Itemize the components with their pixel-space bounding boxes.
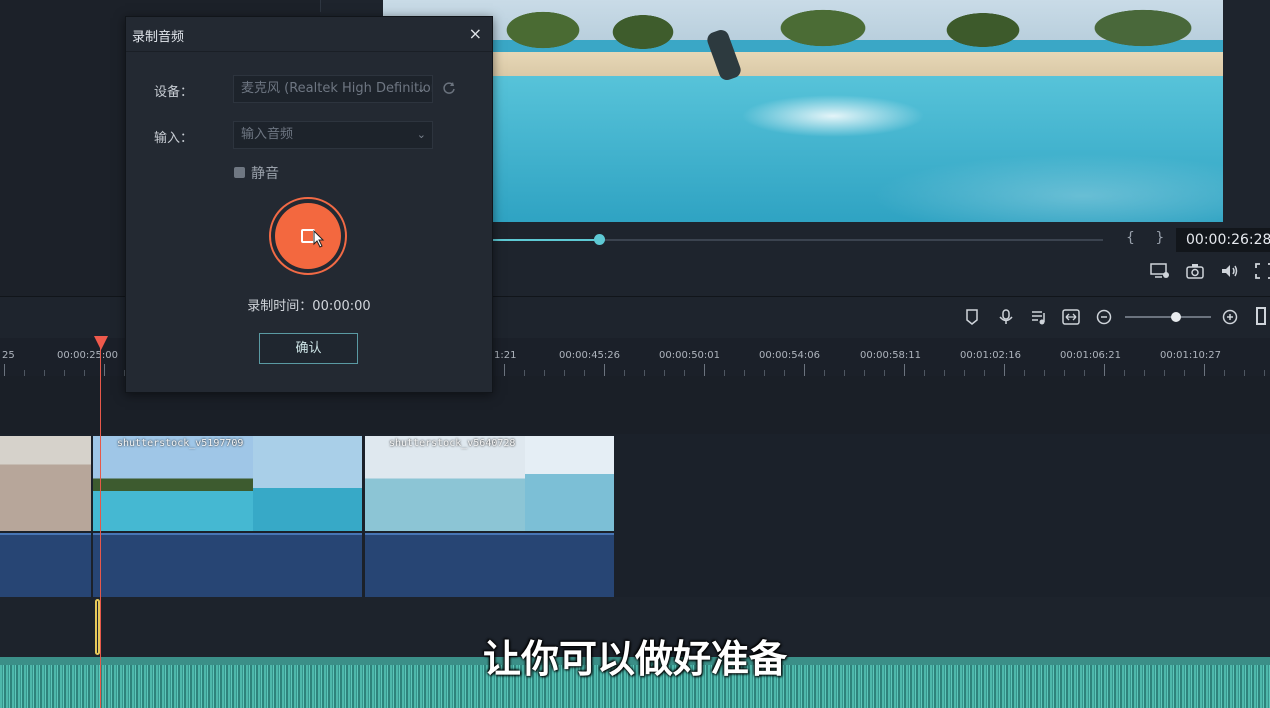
render-preview-icon[interactable] [1150,262,1170,280]
ruler-tick [504,364,505,376]
confirm-button[interactable]: 确认 [259,333,358,364]
mouse-cursor-icon [313,230,325,248]
ruler-label: 00:00:58:11 [860,350,922,361]
video-clip-3-thumbnail[interactable]: shutterstock_v5640728 [365,436,525,531]
ruler-tick [104,364,105,376]
input-label: 输入： [154,131,194,146]
ruler-tick [804,364,805,376]
ruler-label: 00:00:54:06 [759,350,821,361]
dialog-title: 录制音频 [132,30,185,45]
ruler-label: 25 [2,350,15,361]
zoom-out-icon[interactable] [1096,309,1114,325]
ruler-label: 00:01:10:27 [1160,350,1222,361]
ruler-label: 00:00:50:01 [659,350,721,361]
ruler-tick [4,364,5,376]
device-value: 麦克风 (Realtek High Definition [241,81,433,96]
ruler-label: 1:21 [494,350,517,361]
marker-icon[interactable] [963,309,981,325]
dialog-title-bar[interactable]: 录制音频 × [126,17,492,52]
ruler-label: 00:00:45:26 [559,350,621,361]
fit-icon[interactable] [1062,309,1080,325]
video-preview [383,0,1223,222]
mute-checkbox[interactable] [234,167,245,178]
volume-icon[interactable] [1220,262,1240,280]
record-audio-dialog: 录制音频 × 设备： 麦克风 (Realtek High Definition … [125,16,493,393]
device-select[interactable]: 麦克风 (Realtek High Definition ⌄ [233,75,433,103]
video-clip-2-thumbnail-end[interactable] [253,436,362,531]
preview-scrub-handle[interactable] [594,234,605,245]
mark-in-out-brackets[interactable]: { } [1126,230,1172,246]
ruler-tick [704,364,705,376]
playhead-handle[interactable] [94,336,108,350]
input-placeholder: 输入音频 [241,127,294,142]
clip-2-audio[interactable] [93,533,362,599]
fullscreen-icon[interactable] [1254,262,1270,280]
ruler-tick [904,364,905,376]
clip-name: shutterstock_v5640728 [389,438,516,449]
ruler-tick [1004,364,1005,376]
video-clip-2-thumbnail[interactable]: shutterstock_v5197709 [93,436,253,531]
microphone-icon[interactable] [997,309,1015,325]
video-clip-1-thumbnail[interactable] [0,436,91,531]
audio-mix-icon[interactable] [1030,309,1048,325]
ruler-tick [604,364,605,376]
panel-toggle-icon[interactable] [1256,307,1266,325]
ruler-tick [1104,364,1105,376]
clip-name: shutterstock_v5197709 [117,438,244,449]
ruler-label: 00:01:06:21 [1060,350,1122,361]
snapshot-icon[interactable] [1185,262,1205,280]
ruler-label: 00:00:25:00 [57,350,119,361]
device-label: 设备： [154,85,194,100]
ruler-tick [1204,364,1205,376]
clip-1-audio[interactable] [0,533,91,599]
mute-label: 静音 [251,166,279,182]
ruler-label: 00:01:02:16 [960,350,1022,361]
preview-timecode: 00:00:26:28 [1176,228,1270,252]
refresh-icon[interactable] [442,81,456,95]
chevron-down-icon: ⌄ [416,128,426,141]
chevron-down-icon: ⌄ [416,82,426,95]
video-subtitle: 让你可以做好准备 [482,637,787,681]
zoom-slider-track[interactable] [1125,316,1211,318]
panel-divider [320,0,321,12]
video-clip-3-thumbnail-end[interactable] [525,436,614,531]
zoom-in-icon[interactable] [1222,309,1240,325]
clip-3-audio[interactable] [365,533,614,599]
zoom-slider-handle[interactable] [1171,312,1181,322]
close-icon[interactable]: × [469,24,482,43]
record-time: 录制时间：00:00:00 [247,299,371,314]
input-select[interactable]: 输入音频 ⌄ [233,121,433,149]
